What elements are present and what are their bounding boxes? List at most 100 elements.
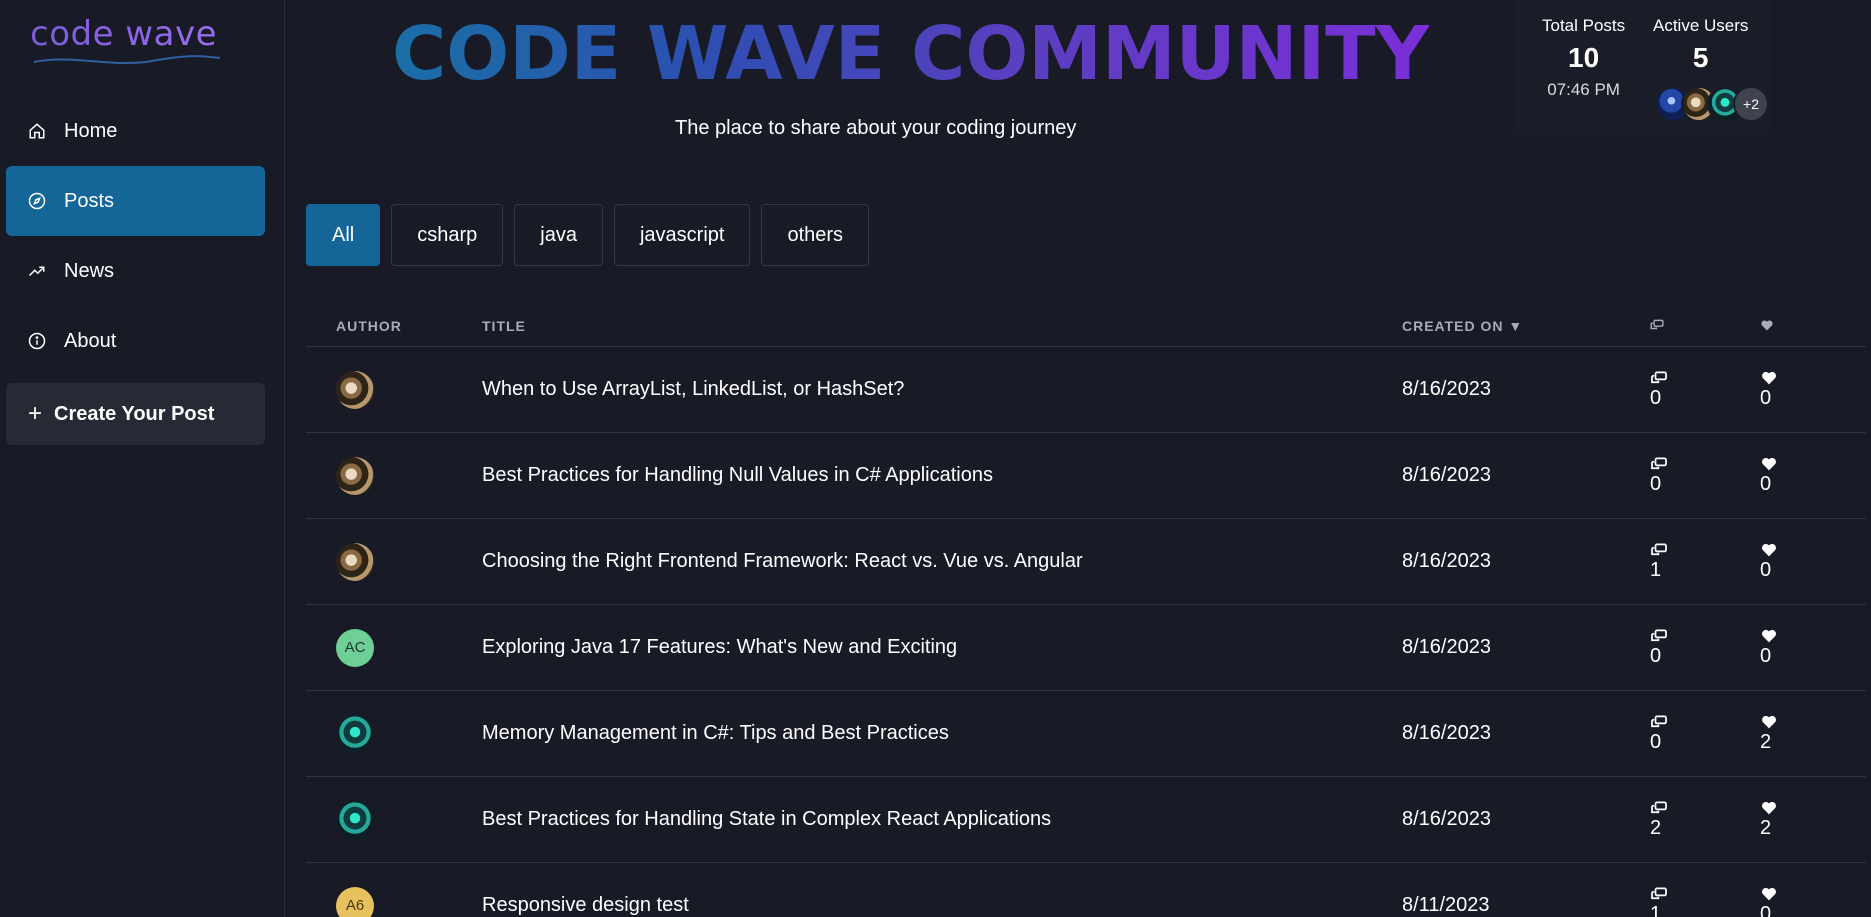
created-column-header[interactable]: CREATED ON ▼ [1402, 318, 1650, 334]
avatar[interactable] [336, 542, 374, 581]
comments-icon [1651, 801, 1667, 813]
avatar[interactable] [336, 714, 374, 753]
avatar[interactable] [336, 800, 374, 839]
active-users-label: Active Users [1653, 16, 1749, 35]
post-title-link[interactable]: Responsive design test [482, 894, 1402, 917]
table-row[interactable]: Best Practices for Handling Null Values … [306, 433, 1866, 519]
sidebar-item-label: Home [64, 119, 118, 142]
table-row[interactable]: Choosing the Right Frontend Framework: R… [306, 519, 1866, 605]
filter-all[interactable]: All [306, 204, 381, 266]
likes-count: 0 [1760, 886, 1866, 917]
table-row[interactable]: AC Exploring Java 17 Features: What's Ne… [306, 605, 1866, 691]
comments-icon [1651, 887, 1667, 899]
filter-javascript[interactable]: javascript [613, 204, 751, 266]
comments-count: 0 [1650, 715, 1760, 753]
logo[interactable]: code wave [30, 14, 230, 74]
likes-count: 2 [1760, 800, 1866, 839]
post-title-link[interactable]: Choosing the Right Frontend Framework: R… [482, 550, 1402, 573]
active-users-value: 5 [1692, 42, 1709, 73]
sidebar-item-posts[interactable]: Posts [6, 166, 265, 236]
author-cell [306, 542, 482, 581]
comments-column-header[interactable] [1650, 318, 1760, 334]
comments-value: 2 [1650, 816, 1662, 839]
table-row[interactable]: When to Use ArrayList, LinkedList, or Ha… [306, 347, 1866, 433]
create-post-button[interactable]: + Create Your Post [6, 383, 265, 445]
likes-count: 0 [1760, 542, 1866, 581]
sidebar-item-label: Posts [64, 189, 115, 212]
heart-icon[interactable] [1760, 370, 1778, 385]
table-body: When to Use ArrayList, LinkedList, or Ha… [306, 347, 1866, 917]
post-title-link[interactable]: Best Practices for Handling Null Values … [482, 464, 1402, 487]
comments-value: 0 [1650, 644, 1662, 667]
heart-icon[interactable] [1760, 456, 1778, 471]
table-row[interactable]: Memory Management in C#: Tips and Best P… [306, 691, 1866, 777]
title-column-header[interactable]: TITLE [482, 318, 1402, 334]
likes-count: 0 [1760, 370, 1866, 409]
filter-java[interactable]: java [514, 204, 603, 266]
sidebar-item-home[interactable]: Home [6, 96, 265, 166]
post-title-link[interactable]: Exploring Java 17 Features: What's New a… [482, 636, 1402, 659]
heart-icon[interactable] [1760, 628, 1778, 643]
post-title-link[interactable]: Best Practices for Handling State in Com… [482, 808, 1402, 831]
sidebar-item-about[interactable]: About [6, 306, 265, 376]
avatar[interactable] [336, 456, 374, 495]
comments-icon [1651, 715, 1667, 727]
filter-csharp[interactable]: csharp [391, 204, 504, 266]
comments-value: 1 [1650, 902, 1662, 917]
comments-count: 1 [1650, 887, 1760, 917]
likes-count: 2 [1760, 714, 1866, 753]
wave-icon [33, 55, 221, 64]
total-posts-label: Total Posts [1542, 16, 1626, 35]
table-row[interactable]: A6 Responsive design test 8/11/2023 1 0 [306, 863, 1866, 917]
likes-column-header[interactable] [1760, 318, 1866, 334]
more-users-badge[interactable]: +2 [1733, 86, 1769, 122]
post-title-link[interactable]: When to Use ArrayList, LinkedList, or Ha… [482, 378, 1402, 401]
page-title: CODE WAVE COMMUNITY [392, 11, 1430, 97]
post-title-link[interactable]: Memory Management in C#: Tips and Best P… [482, 722, 1402, 745]
sidebar-item-news[interactable]: News [6, 236, 265, 306]
info-icon [26, 330, 48, 352]
heart-icon [1761, 320, 1773, 330]
sidebar-nav: Home Posts News About + Create Your Post [6, 96, 265, 445]
create-post-label: Create Your Post [54, 402, 215, 425]
created-date: 8/16/2023 [1402, 464, 1491, 486]
created-date: 8/16/2023 [1402, 808, 1491, 830]
trending-icon [26, 260, 48, 282]
author-cell [306, 714, 482, 753]
heart-icon[interactable] [1760, 714, 1778, 729]
comments-value: 0 [1650, 472, 1662, 495]
heart-icon[interactable] [1760, 800, 1778, 815]
current-time: 07:46 PM [1547, 80, 1620, 99]
table-row[interactable]: Best Practices for Handling State in Com… [306, 777, 1866, 863]
logo-text: code wave [30, 14, 230, 54]
heart-icon[interactable] [1760, 886, 1778, 901]
active-user-avatars[interactable]: +2 [1655, 86, 1769, 122]
likes-value: 0 [1760, 903, 1772, 917]
created-date: 8/16/2023 [1402, 636, 1491, 658]
avatar[interactable]: A6 [336, 886, 374, 917]
likes-value: 0 [1760, 645, 1772, 667]
avatar[interactable]: AC [336, 628, 374, 667]
filter-others[interactable]: others [761, 204, 870, 266]
stats-panel: Total Posts 10 07:46 PM Active Users 5 +… [1515, 0, 1771, 135]
created-date: 8/16/2023 [1402, 378, 1491, 400]
comments-icon [1651, 457, 1667, 469]
likes-count: 0 [1760, 456, 1866, 495]
likes-value: 0 [1760, 559, 1772, 581]
comments-icon [1650, 319, 1664, 329]
category-filters: All csharp java javascript others [306, 204, 880, 266]
avatar-initials: A6 [345, 897, 365, 914]
compass-icon [26, 190, 48, 212]
likes-value: 2 [1760, 817, 1772, 839]
created-date: 8/16/2023 [1402, 722, 1491, 744]
total-posts-value: 10 [1568, 42, 1600, 73]
comments-icon [1651, 543, 1667, 555]
avatar[interactable] [336, 370, 374, 409]
comments-value: 0 [1650, 730, 1662, 753]
author-cell [306, 800, 482, 839]
heart-icon[interactable] [1760, 542, 1778, 557]
likes-count: 0 [1760, 628, 1866, 667]
author-column-header[interactable]: AUTHOR [306, 318, 482, 334]
plus-icon: + [28, 400, 43, 427]
author-cell: A6 [306, 886, 482, 917]
